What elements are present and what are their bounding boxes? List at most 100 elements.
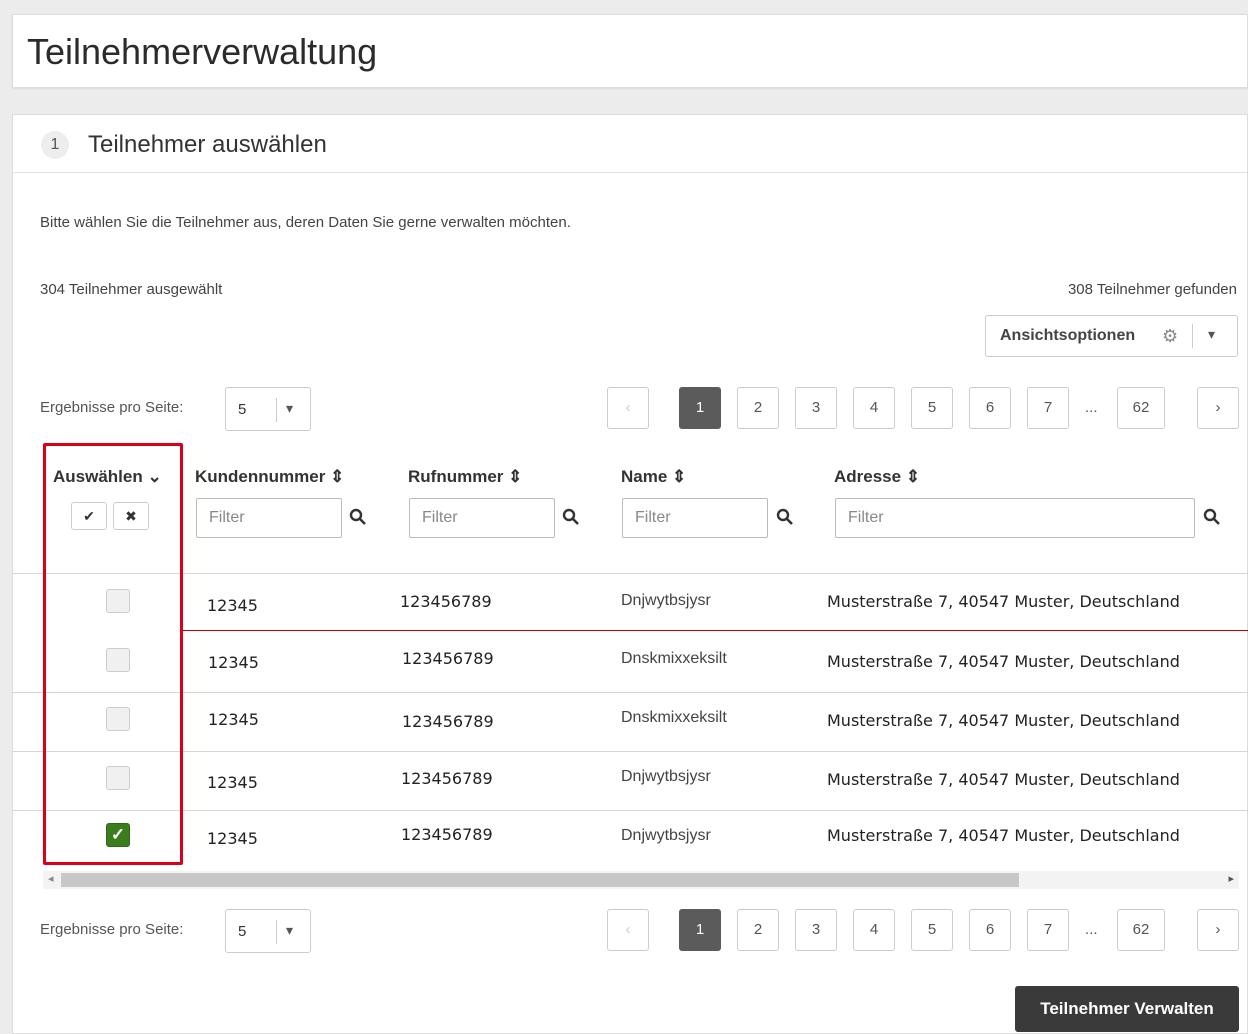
step-number: 1 [41, 131, 69, 159]
row-divider [13, 751, 1248, 752]
search-icon[interactable] [349, 508, 367, 526]
cell-name: Dnskmixxeksilt [621, 709, 727, 726]
divider [276, 398, 277, 422]
cell-adresse: Musterstraße 7, 40547 Muster, Deutschlan… [827, 592, 1180, 611]
page-6-button[interactable]: 6 [969, 387, 1011, 429]
chevron-down-icon: ▾ [286, 922, 294, 938]
scroll-right-icon[interactable]: ▸ [1228, 872, 1234, 885]
cell-rufnummer: 123456789 [401, 825, 493, 844]
filter-rufnummer[interactable] [409, 498, 555, 538]
page-1-button[interactable]: 1 [679, 387, 721, 429]
filter-kundennummer[interactable] [196, 498, 342, 538]
page-header: Teilnehmerverwaltung [12, 14, 1248, 88]
row-divider [13, 573, 1248, 574]
page-title: Teilnehmerverwaltung [27, 31, 378, 72]
divider [276, 920, 277, 944]
cell-name: Dnjwytbsjysr [621, 768, 711, 785]
scroll-left-icon[interactable]: ◂ [48, 872, 54, 885]
page-2-button[interactable]: 2 [737, 909, 779, 951]
sort-icon: ⇕ [508, 467, 523, 486]
view-options-label: Ansichtsoptionen [1000, 327, 1136, 344]
gear-icon: ⚙ [1162, 326, 1179, 346]
search-icon[interactable] [1203, 508, 1221, 526]
search-icon[interactable] [776, 508, 794, 526]
view-options-dropdown[interactable]: Ansichtsoptionen ⚙ ▾ [985, 315, 1238, 357]
pagination-ellipsis: ... [1085, 921, 1098, 938]
sort-icon: ⇕ [672, 467, 687, 486]
prev-page-button[interactable]: ‹ [607, 909, 649, 951]
page-5-button[interactable]: 5 [911, 909, 953, 951]
row-checkbox[interactable] [106, 589, 130, 613]
cell-kundennummer: 12345 [208, 710, 259, 729]
chevron-down-icon: ▾ [286, 400, 294, 416]
horizontal-scrollbar[interactable]: ◂ ▸ [43, 871, 1239, 889]
scrollbar-thumb[interactable] [61, 873, 1019, 887]
sort-icon: ⇕ [330, 467, 345, 486]
cell-adresse: Musterstraße 7, 40547 Muster, Deutschlan… [827, 826, 1180, 845]
cell-rufnummer: 123456789 [401, 769, 493, 788]
column-header-adresse[interactable]: Adresse ⇕ [834, 467, 920, 487]
prev-page-button[interactable]: ‹ [607, 387, 649, 429]
row-checkbox[interactable] [106, 766, 130, 790]
page-last-button[interactable]: 62 [1117, 909, 1165, 951]
sort-down-icon: ⌄ [147, 467, 162, 486]
per-page-select[interactable]: 5 ▾ [225, 909, 311, 953]
row-divider-highlight [181, 630, 1248, 631]
column-header-name[interactable]: Name ⇕ [621, 467, 686, 487]
filter-adresse[interactable] [835, 498, 1195, 538]
cell-kundennummer: 12345 [207, 773, 258, 792]
row-divider [13, 810, 1248, 811]
check-icon: ✓ [110, 825, 126, 844]
step-panel: 1 Teilnehmer auswählen Bitte wählen Sie … [12, 114, 1248, 1034]
page-7-button[interactable]: 7 [1027, 909, 1069, 951]
per-page-label: Ergebnisse pro Seite: [40, 399, 184, 416]
cell-rufnummer: 123456789 [400, 592, 492, 611]
cell-adresse: Musterstraße 7, 40547 Muster, Deutschlan… [827, 652, 1180, 671]
next-page-button[interactable]: › [1197, 387, 1239, 429]
sort-icon: ⇕ [905, 467, 921, 486]
page-7-button[interactable]: 7 [1027, 387, 1069, 429]
cell-name: Dnjwytbsjysr [621, 592, 711, 609]
deselect-all-button[interactable]: ✖ [113, 502, 149, 530]
row-checkbox[interactable] [106, 648, 130, 672]
cell-kundennummer: 12345 [207, 596, 258, 615]
chevron-down-icon: ▾ [1208, 326, 1216, 342]
page-3-button[interactable]: 3 [795, 387, 837, 429]
pagination-ellipsis: ... [1085, 399, 1098, 416]
page-6-button[interactable]: 6 [969, 909, 1011, 951]
page-3-button[interactable]: 3 [795, 909, 837, 951]
filter-name[interactable] [622, 498, 768, 538]
per-page-select[interactable]: 5 ▾ [225, 387, 311, 431]
pagination-bottom: ‹ 1 2 3 4 5 6 7 ... 62 › [607, 909, 1239, 951]
selected-count: 304 Teilnehmer ausgewählt [40, 281, 223, 298]
page-last-button[interactable]: 62 [1117, 387, 1165, 429]
row-divider [13, 692, 1248, 693]
found-count: 308 Teilnehmer gefunden [1067, 281, 1237, 298]
page-4-button[interactable]: 4 [853, 909, 895, 951]
intro-text: Bitte wählen Sie die Teilnehmer aus, der… [40, 214, 571, 231]
step-header: 1 Teilnehmer auswählen [13, 115, 1247, 173]
page-4-button[interactable]: 4 [853, 387, 895, 429]
column-header-select[interactable]: Auswählen ⌄ [53, 467, 162, 487]
cell-adresse: Musterstraße 7, 40547 Muster, Deutschlan… [827, 770, 1180, 789]
per-page-label: Ergebnisse pro Seite: [40, 921, 184, 938]
cell-kundennummer: 12345 [208, 653, 259, 672]
row-checkbox[interactable] [106, 707, 130, 731]
manage-participants-button[interactable]: Teilnehmer Verwalten [1015, 986, 1239, 1032]
cell-kundennummer: 12345 [207, 829, 258, 848]
page-1-button[interactable]: 1 [679, 909, 721, 951]
row-checkbox-checked[interactable]: ✓ [106, 823, 130, 847]
select-all-button[interactable]: ✔ [71, 502, 107, 530]
divider [1192, 324, 1193, 348]
column-header-kundennummer[interactable]: Kundennummer ⇕ [195, 467, 344, 487]
cell-rufnummer: 123456789 [402, 712, 494, 731]
page-2-button[interactable]: 2 [737, 387, 779, 429]
search-icon[interactable] [562, 508, 580, 526]
column-header-rufnummer[interactable]: Rufnummer ⇕ [408, 467, 522, 487]
cell-name: Dnskmixxeksilt [621, 650, 727, 667]
page-5-button[interactable]: 5 [911, 387, 953, 429]
next-page-button[interactable]: › [1197, 909, 1239, 951]
cell-name: Dnjwytbsjysr [621, 827, 711, 844]
step-title: Teilnehmer auswählen [88, 131, 327, 158]
pagination-top: ‹ 1 2 3 4 5 6 7 ... 62 › [607, 387, 1239, 429]
